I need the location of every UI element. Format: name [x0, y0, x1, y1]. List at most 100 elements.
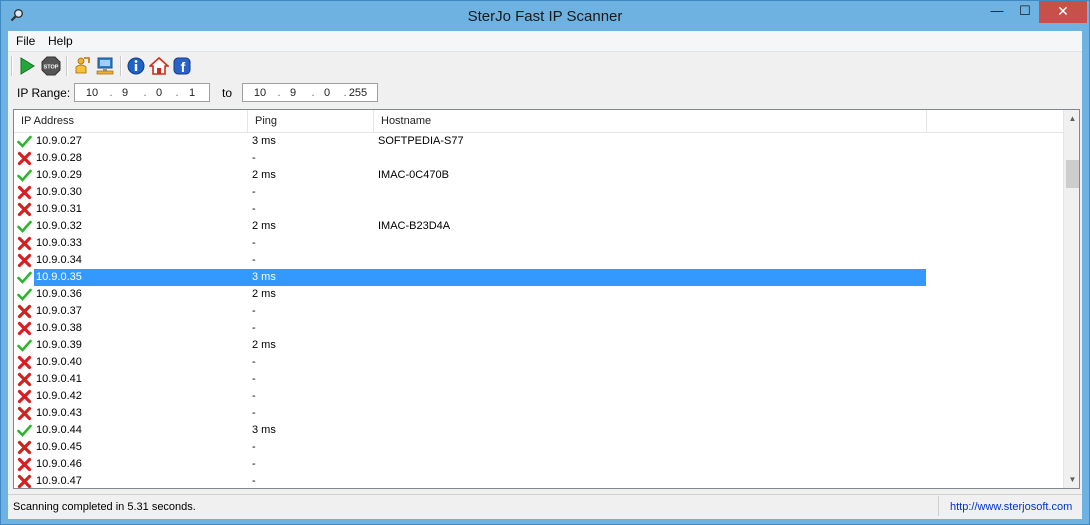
ping-cell: - — [252, 237, 256, 249]
computer-icon[interactable] — [95, 56, 115, 76]
hostname-cell: SOFTPEDIA-S77 — [378, 135, 464, 147]
menu-bar: File Help — [8, 31, 1082, 52]
ip-octet[interactable]: 9 — [282, 87, 304, 99]
person-arrow-icon[interactable] — [72, 56, 92, 76]
column-header-ping[interactable]: Ping — [248, 110, 374, 132]
table-row[interactable]: 10.9.0.38 - — [14, 320, 1063, 337]
stop-icon[interactable]: STOP — [41, 56, 61, 76]
ip-octet[interactable]: 9 — [114, 87, 136, 99]
table-row[interactable]: 10.9.0.41 - — [14, 371, 1063, 388]
info-icon[interactable] — [126, 56, 146, 76]
ip-address-cell: 10.9.0.32 — [36, 220, 82, 232]
scroll-thumb[interactable] — [1066, 160, 1079, 188]
ping-cell: 3 ms — [252, 424, 276, 436]
ip-range-from-field[interactable]: 10 . 9 . 0 . 1 — [74, 83, 210, 102]
x-icon — [17, 236, 32, 251]
hostname-cell: IMAC-0C470B — [378, 169, 449, 181]
table-row[interactable]: 10.9.0.44 3 ms — [14, 422, 1063, 439]
menu-file[interactable]: File — [16, 34, 35, 48]
ip-address-cell: 10.9.0.41 — [36, 373, 82, 385]
ip-octet[interactable]: 0 — [148, 87, 170, 99]
x-icon — [17, 440, 32, 455]
list-rows: 10.9.0.27 3 ms SOFTPEDIA-S77 10.9.0.28-10.9… — [14, 133, 1063, 488]
status-text: Scanning completed in 5.31 seconds. — [13, 501, 196, 513]
ip-octet[interactable]: 1 — [181, 87, 203, 99]
ip-octet[interactable]: 0 — [316, 87, 338, 99]
ip-octet[interactable]: 255 — [347, 87, 369, 99]
check-icon — [17, 220, 32, 233]
table-row[interactable]: 10.9.0.34 - — [14, 252, 1063, 269]
ip-address-cell: 10.9.0.36 — [36, 288, 82, 300]
home-icon[interactable] — [149, 56, 169, 76]
table-row[interactable]: 10.9.0.29 2 ms IMAC-0C470B — [14, 167, 1063, 184]
facebook-icon[interactable]: f — [172, 56, 192, 76]
x-icon — [17, 406, 32, 421]
close-button[interactable]: ✕ — [1039, 1, 1087, 23]
ip-address-cell: 10.9.0.30 — [36, 186, 82, 198]
ping-cell: 2 ms — [252, 220, 276, 232]
website-link[interactable]: http://www.sterjosoft.com — [950, 501, 1072, 513]
table-row[interactable]: 10.9.0.32 2 ms IMAC-B23D4A — [14, 218, 1063, 235]
title-bar[interactable]: SterJo Fast IP Scanner — ☐ ✕ — [1, 1, 1089, 31]
table-row[interactable]: 10.9.0.37 - — [14, 303, 1063, 320]
ip-address-cell: 10.9.0.46 — [36, 458, 82, 470]
column-header-ip[interactable]: IP Address — [14, 110, 248, 132]
ping-cell: - — [252, 152, 256, 164]
ip-range-to-field[interactable]: 10 . 9 . 0 . 255 — [242, 83, 378, 102]
ip-address-cell: 10.9.0.43 — [36, 407, 82, 419]
ping-cell: - — [252, 390, 256, 402]
ping-cell: - — [252, 305, 256, 317]
x-icon — [17, 389, 32, 404]
ip-address-cell: 10.9.0.47 — [36, 475, 82, 487]
ip-dot: . — [175, 87, 179, 99]
scroll-down-icon[interactable]: ▼ — [1064, 471, 1079, 488]
ping-cell: 2 ms — [252, 169, 276, 181]
menu-help[interactable]: Help — [48, 34, 73, 48]
ip-range-label: IP Range: — [17, 86, 71, 100]
table-row[interactable]: 10.9.0.35 3 ms — [14, 269, 1063, 286]
x-icon — [17, 304, 32, 319]
ping-cell: - — [252, 322, 256, 334]
table-row[interactable]: 10.9.0.39 2 ms — [14, 337, 1063, 354]
ping-cell: - — [252, 203, 256, 215]
x-icon — [17, 185, 32, 200]
minimize-button[interactable]: — — [983, 1, 1011, 23]
table-row[interactable]: 10.9.0.33 - — [14, 235, 1063, 252]
ping-cell: - — [252, 373, 256, 385]
ip-address-cell: 10.9.0.33 — [36, 237, 82, 249]
x-icon — [17, 372, 32, 387]
table-row[interactable]: 10.9.0.27 3 ms SOFTPEDIA-S77 — [14, 133, 1063, 150]
table-row[interactable]: 10.9.0.31 - — [14, 201, 1063, 218]
ip-address-cell: 10.9.0.34 — [36, 254, 82, 266]
svg-text:STOP: STOP — [44, 65, 59, 71]
ip-octet[interactable]: 10 — [249, 87, 271, 99]
ip-octet[interactable]: 10 — [81, 87, 103, 99]
table-row[interactable]: 10.9.0.40 - — [14, 354, 1063, 371]
x-icon — [17, 253, 32, 268]
table-row[interactable]: 10.9.0.47 - — [14, 473, 1063, 488]
column-header-hostname[interactable]: Hostname — [374, 110, 927, 132]
table-row[interactable]: 10.9.0.42 - — [14, 388, 1063, 405]
scroll-up-icon[interactable]: ▲ — [1064, 110, 1079, 127]
ping-cell: 2 ms — [252, 288, 276, 300]
scan-results-list[interactable]: IP Address Ping Hostname 10.9.0.27 3 ms SO… — [13, 109, 1080, 489]
hostname-cell: IMAC-B23D4A — [378, 220, 451, 232]
ping-cell: - — [252, 475, 256, 487]
maximize-button[interactable]: ☐ — [1011, 1, 1039, 23]
table-row[interactable]: 10.9.0.30 - — [14, 184, 1063, 201]
table-row[interactable]: 10.9.0.36 2 ms — [14, 286, 1063, 303]
x-icon — [17, 151, 32, 166]
toolbar: STOP f — [8, 52, 1082, 78]
check-icon — [17, 135, 32, 148]
table-row[interactable]: 10.9.0.46 - — [14, 456, 1063, 473]
table-row[interactable]: 10.9.0.28 - — [14, 150, 1063, 167]
vertical-scrollbar[interactable]: ▲ ▼ — [1063, 110, 1079, 488]
table-row[interactable]: 10.9.0.45 - — [14, 439, 1063, 456]
ping-cell: - — [252, 407, 256, 419]
ip-address-cell: 10.9.0.40 — [36, 356, 82, 368]
ip-address-cell: 10.9.0.28 — [36, 152, 82, 164]
status-bar: Scanning completed in 5.31 seconds. http… — [8, 494, 1082, 519]
table-row[interactable]: 10.9.0.43 - — [14, 405, 1063, 422]
play-icon[interactable] — [17, 56, 37, 76]
ping-cell: - — [252, 458, 256, 470]
